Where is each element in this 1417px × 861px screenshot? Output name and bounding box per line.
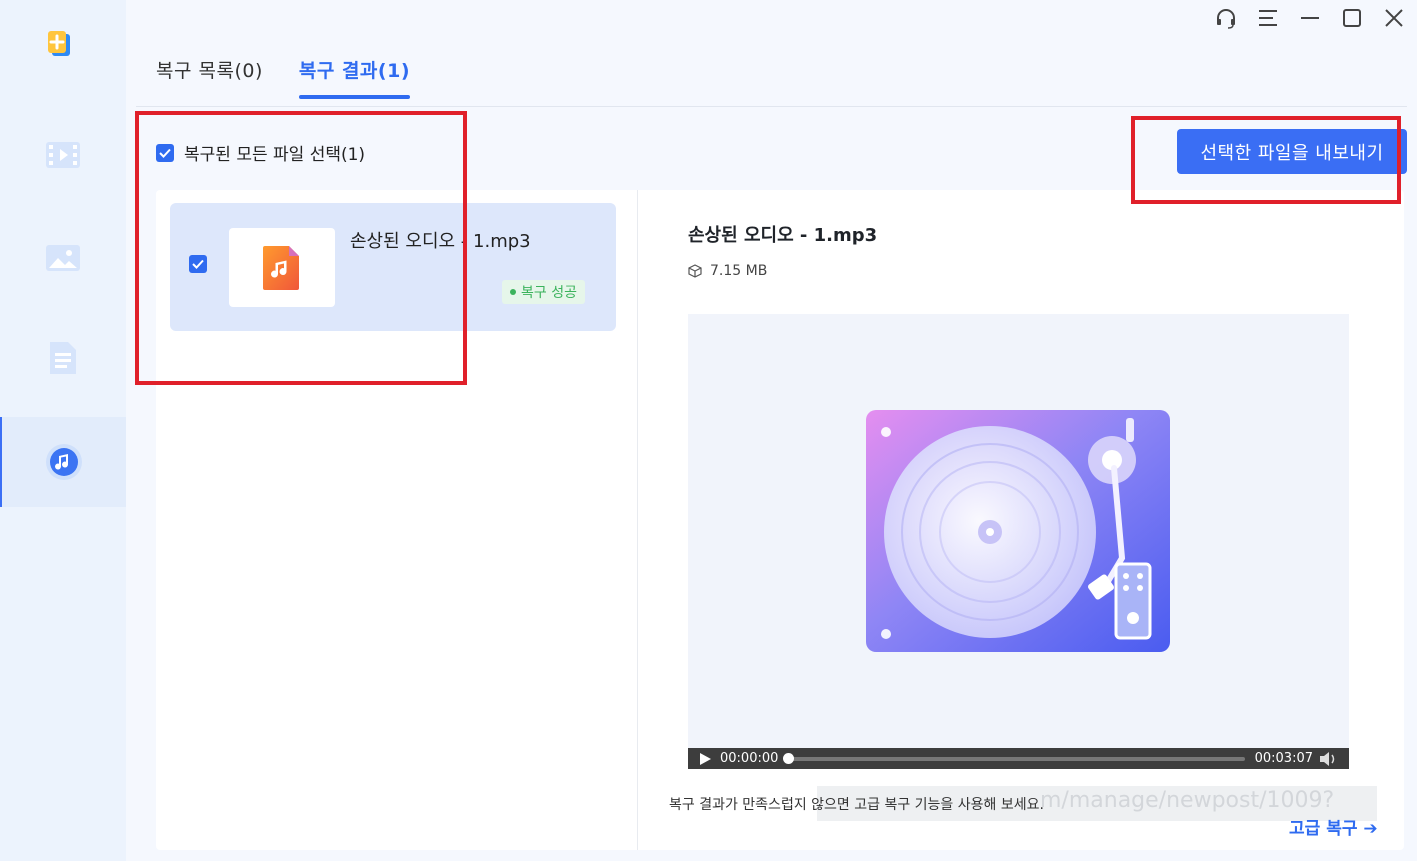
file-list-item[interactable]: 손상된 오디오 - 1.mp3 복구 성공 (170, 203, 616, 331)
audio-file-icon (263, 245, 299, 290)
photo-icon (43, 238, 83, 278)
sidebar (0, 0, 126, 861)
sidebar-item-photo[interactable] (0, 213, 126, 303)
sidebar-item-document[interactable] (0, 313, 126, 403)
preview-file-size: 7.15 MB (688, 263, 767, 279)
window-controls (1215, 6, 1405, 30)
current-time: 00:00:00 (720, 751, 779, 766)
overlay-url-text: m/manage/newpost/1009? (1040, 788, 1335, 813)
seek-knob[interactable] (783, 752, 795, 764)
select-all-checkbox[interactable]: 복구된 모든 파일 선택(1) (156, 140, 365, 165)
volume-icon[interactable] (1319, 751, 1339, 767)
status-dot (510, 289, 516, 295)
status-badge: 복구 성공 (502, 280, 585, 304)
preview-file-name: 손상된 오디오 - 1.mp3 (688, 225, 878, 246)
sidebar-item-audio[interactable] (0, 417, 126, 507)
panel-divider (637, 190, 638, 850)
tab-recovery-results[interactable]: 복구 결과(1) (298, 56, 411, 99)
duration: 00:03:07 (1254, 751, 1313, 766)
checkbox-checked-icon[interactable] (156, 143, 174, 162)
audio-player: 00:00:00 00:03:07 (688, 748, 1349, 769)
close-icon[interactable] (1383, 6, 1405, 30)
turntable-icon (865, 410, 1170, 652)
tab-bar: 복구 목록(0) 복구 결과(1) (156, 56, 411, 99)
box-icon (688, 264, 702, 278)
advanced-recovery-hint: 복구 결과가 만족스럽지 않으면 고급 복구 기능을 사용해 보세요. (669, 797, 1044, 813)
maximize-icon[interactable] (1341, 6, 1363, 30)
preview-area (688, 314, 1349, 748)
advanced-recovery-link[interactable]: 고급 복구 ➔ (1289, 814, 1378, 839)
video-icon (43, 135, 83, 175)
sidebar-item-video[interactable] (0, 110, 126, 200)
app-logo-icon (44, 28, 76, 60)
document-icon (43, 338, 83, 378)
file-name: 손상된 오디오 - 1.mp3 (350, 231, 531, 252)
file-thumbnail (229, 228, 335, 307)
tab-recovery-list[interactable]: 복구 목록(0) (156, 56, 263, 99)
file-checkbox[interactable] (189, 255, 207, 273)
export-selected-button[interactable]: 선택한 파일을 내보내기 (1177, 129, 1407, 174)
file-size-label: 7.15 MB (710, 263, 768, 279)
menu-icon[interactable] (1257, 6, 1279, 30)
seek-bar[interactable] (783, 752, 1245, 764)
play-icon[interactable] (698, 752, 712, 766)
status-label: 복구 성공 (521, 285, 577, 301)
select-all-label: 복구된 모든 파일 선택(1) (184, 145, 366, 165)
minimize-icon[interactable] (1299, 6, 1321, 30)
music-icon (44, 442, 84, 482)
headset-icon[interactable] (1215, 6, 1237, 30)
tab-divider (136, 106, 1407, 107)
